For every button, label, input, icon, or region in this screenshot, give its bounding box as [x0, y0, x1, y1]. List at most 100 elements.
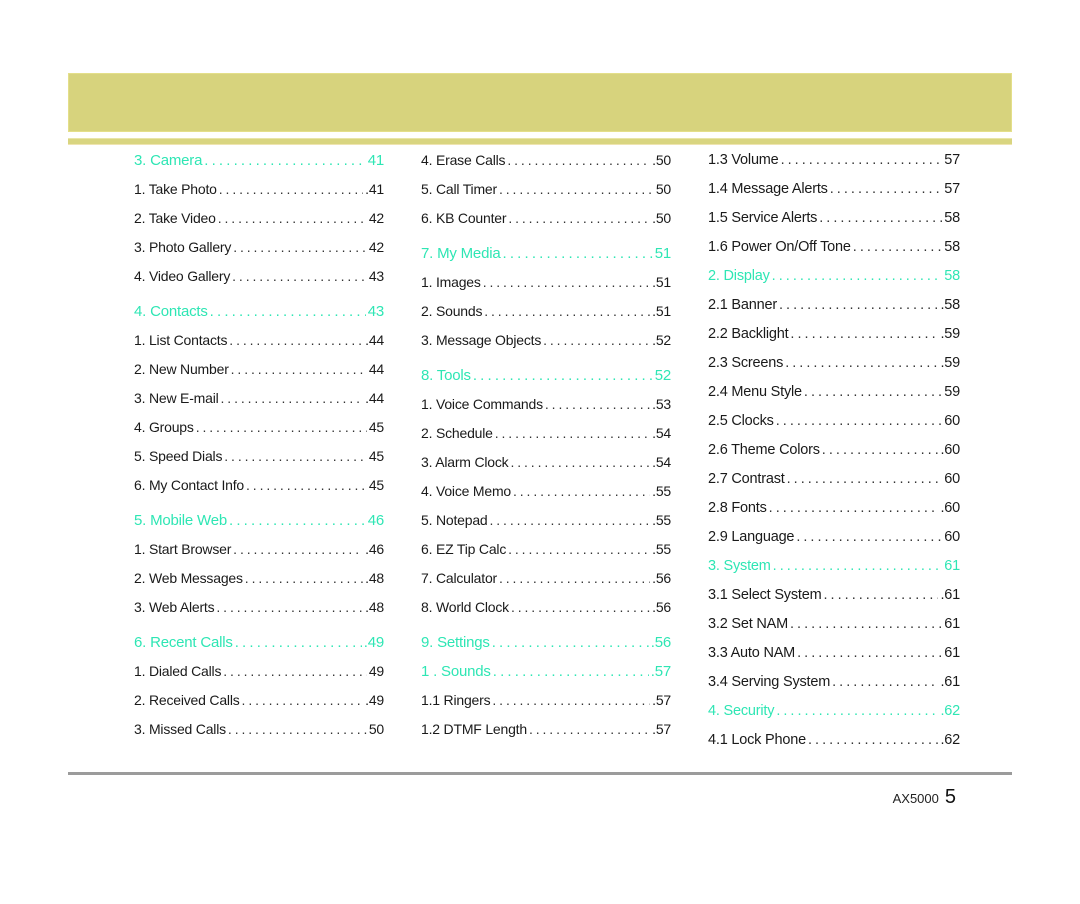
dot-leader — [776, 703, 938, 719]
dot-leader — [790, 616, 942, 632]
toc-entry: 2. Take Video 42 — [134, 210, 384, 239]
toc-entry-page: .55 — [652, 483, 671, 499]
toc-entry-title: 5. Speed Dials — [134, 448, 223, 464]
toc-entry-page: 58 — [944, 268, 960, 284]
toc-entry-page: 50 — [655, 181, 671, 197]
toc-entry: 3. Missed Calls 50 — [134, 721, 384, 750]
dot-leader — [493, 663, 649, 680]
toc-entry-page: .59 — [940, 355, 960, 371]
dot-leader — [245, 570, 363, 586]
toc-entry-page: 46 — [367, 512, 384, 529]
dot-leader — [231, 361, 367, 377]
toc-entry: 4. Video Gallery 43 — [134, 268, 384, 297]
dot-leader — [210, 303, 366, 320]
toc-entry-title: 2.9 Language — [708, 529, 795, 545]
toc-column-1: 3. Camera 41 1. Take Photo .41 2. Take Video… — [134, 152, 384, 750]
toc-entry-title: 4. Voice Memo — [421, 483, 511, 499]
toc-entry-title: 6. My Contact Info — [134, 477, 245, 493]
toc-entry-title: 1.4 Message Alerts — [708, 181, 828, 197]
toc-entry: 3. New E-mail .44 — [134, 390, 384, 419]
dot-leader — [781, 152, 943, 168]
toc-entry-page: .50 — [652, 210, 671, 226]
dot-leader — [495, 425, 650, 441]
toc-entry: 3. Message Objects .52 — [421, 332, 671, 361]
dot-leader — [229, 512, 366, 529]
toc-entry: 2.6 Theme Colors .60 — [708, 442, 960, 471]
toc-entry: 3.4 Serving System .61 — [708, 674, 960, 703]
toc-entry-title: 2. Web Messages — [134, 570, 243, 586]
dot-leader — [808, 732, 938, 748]
toc-section-heading: 3. System 61 — [708, 558, 960, 587]
dot-leader — [204, 152, 365, 169]
toc-entry: 2. Sounds .51 — [421, 303, 671, 332]
dot-leader — [773, 558, 943, 574]
toc-entry-title: 6. Recent Calls — [134, 634, 233, 651]
footer-rule — [68, 772, 1012, 775]
toc-entry-page: .54 — [652, 425, 671, 441]
toc-entry-title: 5. Mobile Web — [134, 512, 228, 529]
toc-entry-title: 1. Images — [421, 274, 481, 290]
toc-entry-title: 1. Voice Commands — [421, 396, 543, 412]
toc-entry-title: 7. My Media — [421, 245, 501, 262]
toc-entry: 1.3 Volume 57 — [708, 152, 960, 181]
dot-leader — [508, 541, 650, 557]
dot-leader — [499, 570, 650, 586]
toc-entry: 6. KB Counter .50 — [421, 210, 671, 239]
toc-entry-title: 4.1 Lock Phone — [708, 732, 806, 748]
toc-entry-page: .62 — [940, 703, 960, 719]
toc-entry-page: .44 — [365, 332, 384, 348]
toc-entry: 6. EZ Tip Calc .55 — [421, 541, 671, 570]
toc-entry-page: 43 — [368, 268, 384, 284]
dot-leader — [513, 483, 650, 499]
toc-entry-page: .44 — [365, 390, 384, 406]
toc-entry-title: 3. Missed Calls — [134, 721, 226, 737]
toc-entry: 1. Voice Commands .53 — [421, 396, 671, 425]
toc-entry-page: 60 — [944, 471, 960, 487]
toc-entry: 1. Dialed Calls 49 — [134, 663, 384, 692]
toc-section-heading: 2. Display 58 — [708, 268, 960, 297]
dot-leader — [233, 541, 363, 557]
dot-leader — [484, 303, 650, 319]
toc-entry-page: .49 — [365, 692, 384, 708]
toc-entry-title: 6. KB Counter — [421, 210, 507, 226]
dot-leader — [232, 268, 367, 284]
dot-leader — [776, 413, 943, 429]
toc-entry-title: 3. Web Alerts — [134, 599, 215, 615]
dot-leader — [511, 599, 650, 615]
toc-entry: 2. New Number 44 — [134, 361, 384, 390]
dot-leader — [545, 396, 650, 412]
toc-entry-page: 41 — [367, 152, 384, 169]
toc-entry-title: 1. Start Browser — [134, 541, 232, 557]
toc-entry-page: .62 — [940, 732, 960, 748]
toc-entry-title: 1.5 Service Alerts — [708, 210, 818, 226]
toc-entry: 8. World Clock .56 — [421, 599, 671, 628]
toc-entry-title: 3. Photo Gallery — [134, 239, 232, 255]
toc-entry-page: 42 — [368, 210, 384, 226]
dot-leader — [246, 477, 367, 493]
dot-leader — [823, 587, 938, 603]
toc-entry-page: 52 — [654, 367, 671, 384]
toc-entry-title: 5. Call Timer — [421, 181, 497, 197]
dot-leader — [473, 367, 653, 384]
toc-entry-page: .55 — [652, 541, 671, 557]
toc-section-heading: 4. Security .62 — [708, 703, 960, 732]
toc-entry-title: 1.2 DTMF Length — [421, 721, 527, 737]
toc-entry: 2. Schedule .54 — [421, 425, 671, 454]
dot-leader — [503, 245, 653, 262]
toc-entry-title: 2.5 Clocks — [708, 413, 774, 429]
toc-entry-page: 45 — [368, 477, 384, 493]
toc-entry-page: .57 — [650, 663, 671, 680]
toc-entry-page: .50 — [652, 152, 671, 168]
toc-section-heading: 5. Mobile Web 46 — [134, 512, 384, 541]
toc-entry-title: 2. Schedule — [421, 425, 493, 441]
dot-leader — [223, 663, 367, 679]
toc-entry-page: 57 — [944, 181, 960, 197]
toc-entry: 1. Start Browser .46 — [134, 541, 384, 570]
toc-entry-title: 2. New Number — [134, 361, 229, 377]
dot-leader — [543, 332, 650, 348]
page-footer: AX5000 5 — [893, 786, 956, 809]
toc-entry-title: 4. Contacts — [134, 303, 208, 320]
toc-entry-title: 1 . Sounds — [421, 663, 491, 680]
toc-entry: 1. Images .51 — [421, 274, 671, 303]
toc-entry: 2.8 Fonts .60 — [708, 500, 960, 529]
